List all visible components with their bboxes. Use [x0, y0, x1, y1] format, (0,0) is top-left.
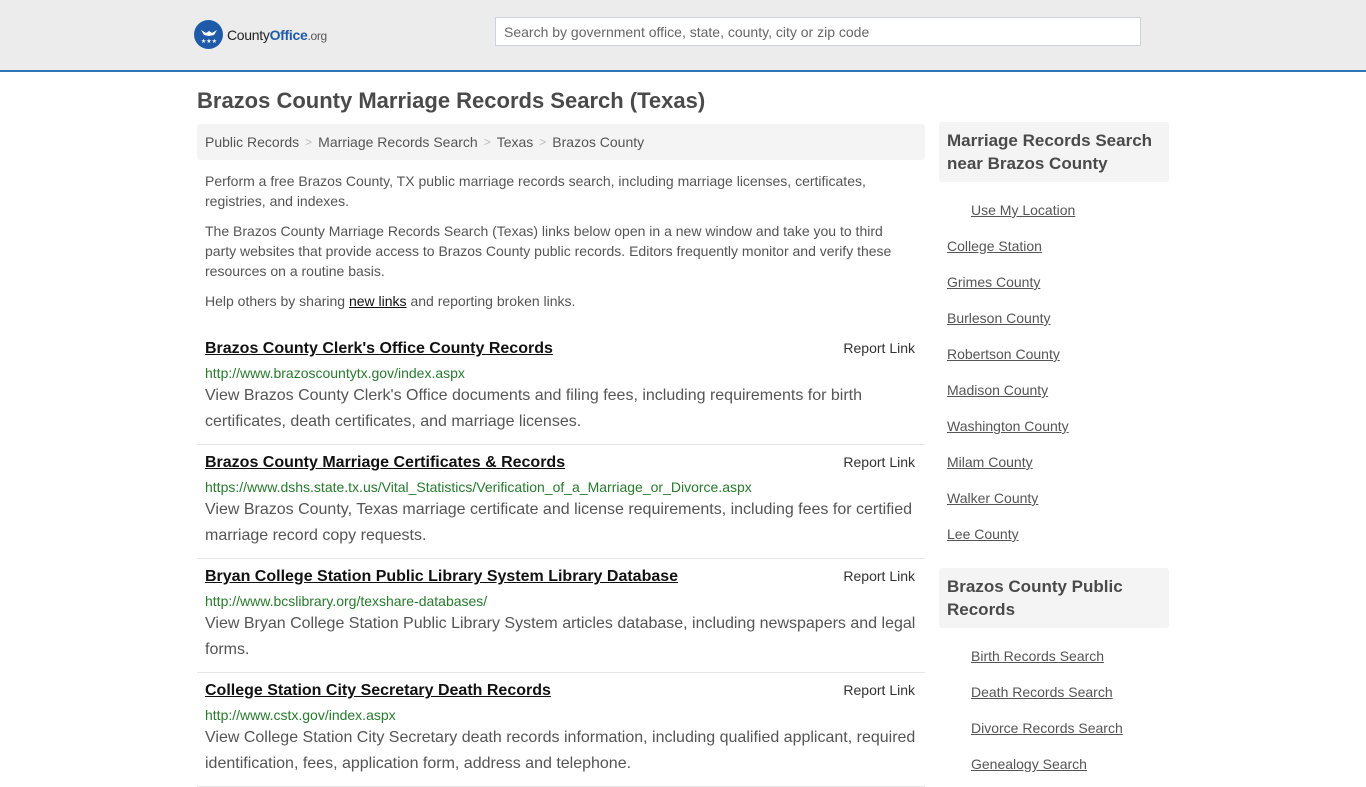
breadcrumb-texas[interactable]: Texas	[497, 134, 534, 150]
public-records-link[interactable]: Death Records Search	[971, 684, 1113, 700]
result-item: Bryan College Station Public Library Sys…	[197, 559, 925, 673]
logo-text: CountyOffice.org	[227, 26, 327, 43]
share-paragraph: Help others by sharing new links and rep…	[205, 293, 576, 309]
nearby-link[interactable]: Washington County	[947, 418, 1069, 434]
intro-paragraph: The Brazos County Marriage Records Searc…	[205, 223, 892, 279]
nearby-section: Marriage Records Search near Brazos Coun…	[939, 122, 1169, 544]
page-title: Brazos County Marriage Records Search (T…	[197, 88, 706, 113]
site-header: ★★★ CountyOffice.org	[0, 0, 1366, 72]
result-description: View Brazos County Clerk's Office docume…	[205, 387, 862, 430]
breadcrumb-separator: >	[483, 135, 491, 149]
public-records-link[interactable]: Birth Records Search	[971, 648, 1104, 664]
report-link-button[interactable]: Report Link	[843, 454, 915, 470]
report-link-button[interactable]: Report Link	[843, 568, 915, 584]
list-item: Washington County	[947, 416, 1161, 436]
list-item: Lee County	[947, 524, 1161, 544]
search-input[interactable]	[495, 17, 1141, 46]
intro-paragraph: Perform a free Brazos County, TX public …	[205, 173, 866, 209]
list-item: Madison County	[947, 380, 1161, 400]
nearby-link[interactable]: Burleson County	[947, 310, 1051, 326]
nearby-link[interactable]: Robertson County	[947, 346, 1060, 362]
breadcrumb-separator: >	[539, 135, 547, 149]
breadcrumb-brazos-county[interactable]: Brazos County	[552, 134, 644, 150]
result-item: Brazos County Clerk's Office County Reco…	[197, 331, 925, 445]
report-link-button[interactable]: Report Link	[843, 682, 915, 698]
breadcrumb-marriage-records[interactable]: Marriage Records Search	[318, 134, 478, 150]
result-url: http://www.bcslibrary.org/texshare-datab…	[205, 593, 488, 609]
nearby-link[interactable]: Walker County	[947, 490, 1038, 506]
list-item: Milam County	[947, 452, 1161, 472]
nearby-heading: Marriage Records Search near Brazos Coun…	[939, 122, 1169, 182]
report-link-button[interactable]: Report Link	[843, 340, 915, 356]
result-item: Brazos County Marriage Certificates & Re…	[197, 445, 925, 559]
result-description: View Bryan College Station Public Librar…	[205, 615, 916, 658]
use-my-location-link[interactable]: Use My Location	[971, 202, 1075, 218]
result-url: http://www.cstx.gov/index.aspx	[205, 707, 396, 723]
sidebar: Marriage Records Search near Brazos Coun…	[939, 122, 1169, 774]
list-item: Divorce Records Search	[947, 718, 1161, 738]
svg-text:★★★: ★★★	[200, 38, 216, 45]
result-item: College Station City Secretary Death Rec…	[197, 673, 925, 787]
intro-text: Perform a free Brazos County, TX public …	[197, 171, 925, 311]
result-description: View Brazos County, Texas marriage certi…	[205, 501, 913, 544]
public-records-heading: Brazos County Public Records	[939, 568, 1169, 628]
results-list: Brazos County Clerk's Office County Reco…	[197, 331, 925, 787]
nearby-link[interactable]: College Station	[947, 238, 1042, 254]
list-item: Walker County	[947, 488, 1161, 508]
list-item: Grimes County	[947, 272, 1161, 292]
nearby-link[interactable]: Lee County	[947, 526, 1019, 542]
main-content: Public Records > Marriage Records Search…	[197, 124, 925, 787]
result-title-link[interactable]: College Station City Secretary Death Rec…	[205, 681, 551, 701]
eagle-stars-icon: ★★★	[194, 20, 223, 49]
result-title-link[interactable]: Brazos County Marriage Certificates & Re…	[205, 453, 565, 473]
list-item: Burleson County	[947, 308, 1161, 328]
public-records-list: Birth Records Search Death Records Searc…	[939, 646, 1169, 774]
list-item: Death Records Search	[947, 682, 1161, 702]
list-item: Genealogy Search	[947, 754, 1161, 774]
result-title-link[interactable]: Bryan College Station Public Library Sys…	[205, 567, 678, 587]
result-description: View College Station City Secretary deat…	[205, 729, 916, 772]
nearby-link[interactable]: Milam County	[947, 454, 1033, 470]
result-url: https://www.dshs.state.tx.us/Vital_Stati…	[205, 479, 752, 495]
result-url: http://www.brazoscountytx.gov/index.aspx	[205, 365, 465, 381]
list-item: Birth Records Search	[947, 646, 1161, 666]
list-item: Robertson County	[947, 344, 1161, 364]
list-item: College Station	[947, 236, 1161, 256]
public-records-section: Brazos County Public Records Birth Recor…	[939, 568, 1169, 774]
breadcrumb-public-records[interactable]: Public Records	[205, 134, 299, 150]
breadcrumb-separator: >	[305, 135, 313, 149]
nearby-link[interactable]: Grimes County	[947, 274, 1040, 290]
public-records-link[interactable]: Genealogy Search	[971, 756, 1087, 772]
public-records-link[interactable]: Divorce Records Search	[971, 720, 1123, 736]
nearby-list: Use My Location College Station Grimes C…	[939, 200, 1169, 544]
new-links-link[interactable]: new links	[349, 293, 407, 309]
breadcrumb: Public Records > Marriage Records Search…	[197, 124, 925, 160]
site-logo[interactable]: ★★★ CountyOffice.org	[194, 20, 327, 49]
list-item: Use My Location	[947, 200, 1161, 220]
result-title-link[interactable]: Brazos County Clerk's Office County Reco…	[205, 339, 553, 359]
nearby-link[interactable]: Madison County	[947, 382, 1048, 398]
